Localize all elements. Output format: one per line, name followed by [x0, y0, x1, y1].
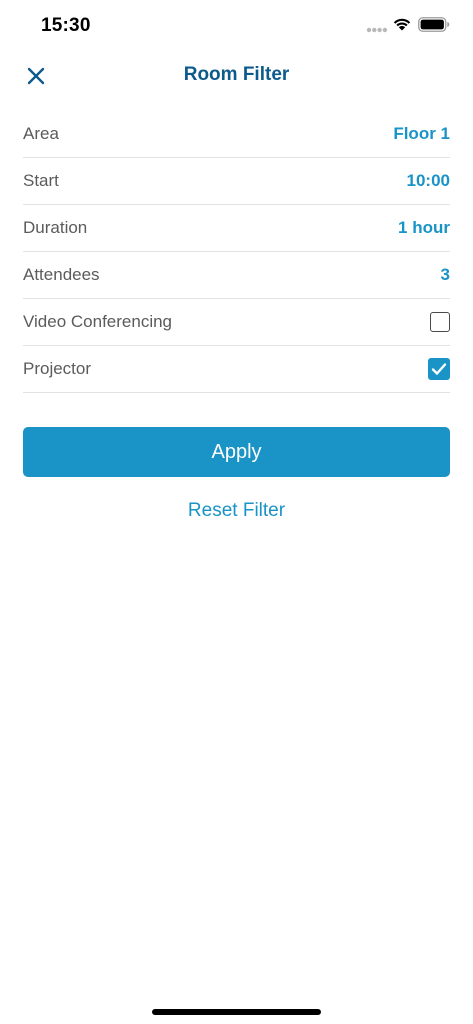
filter-label: Video Conferencing [23, 312, 173, 331]
room-filter-screen: 15:30 Room Filter Area Floor 1 Start 10:… [0, 0, 473, 1024]
filter-value: 3 [440, 265, 450, 284]
filter-value: Floor 1 [393, 124, 450, 143]
filter-label: Duration [23, 218, 88, 237]
filter-value: 1 hour [398, 218, 450, 237]
filter-label: Area [23, 124, 59, 143]
filter-value: 10:00 [406, 171, 450, 190]
filter-row-video-conferencing[interactable]: Video Conferencing [23, 299, 450, 346]
video-conferencing-checkbox[interactable] [430, 312, 450, 332]
battery-icon [418, 17, 450, 32]
checkmark-icon [431, 363, 447, 375]
wifi-icon [393, 18, 411, 31]
apply-button[interactable]: Apply [23, 427, 450, 477]
home-indicator[interactable] [152, 1009, 321, 1015]
filter-row-projector[interactable]: Projector [23, 346, 450, 393]
filter-label: Attendees [23, 265, 100, 284]
filter-label: Start [23, 171, 59, 190]
filter-row-duration[interactable]: Duration 1 hour [23, 205, 450, 252]
reset-filter-link[interactable]: Reset Filter [0, 500, 473, 522]
page-title: Room Filter [183, 64, 290, 85]
status-bar: 15:30 [0, 0, 473, 50]
filter-row-start[interactable]: Start 10:00 [23, 158, 450, 205]
filter-label: Projector [23, 359, 92, 378]
filter-list: Area Floor 1 Start 10:00 Duration 1 hour… [23, 111, 450, 393]
filter-row-attendees[interactable]: Attendees 3 [23, 252, 450, 299]
projector-checkbox[interactable] [428, 358, 450, 380]
status-time: 15:30 [41, 15, 91, 36]
nav-bar: Room Filter [0, 50, 473, 102]
filter-row-area[interactable]: Area Floor 1 [23, 111, 450, 158]
cellular-signal-icon [366, 27, 388, 33]
